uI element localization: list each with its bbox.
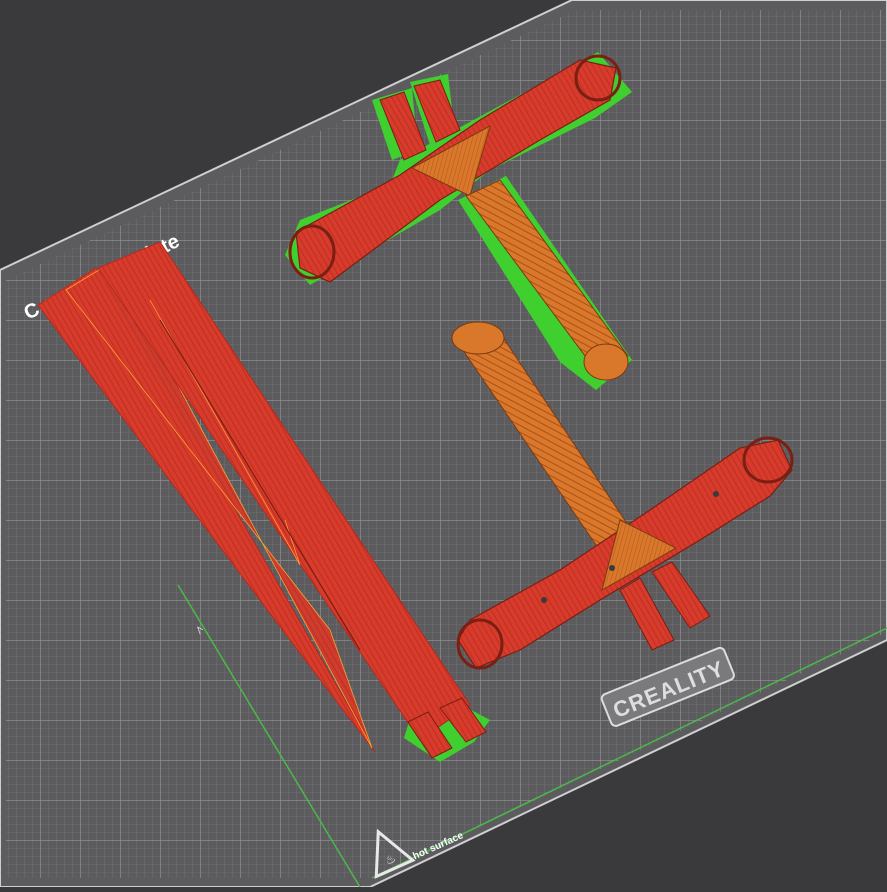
3d-viewport[interactable]: ⩘ C ex red PEI Plate CREALITY ♨ hot surf… (0, 0, 887, 888)
build-plate-scene[interactable]: ⩘ C ex red PEI Plate CREALITY ♨ hot surf… (0, 0, 887, 888)
